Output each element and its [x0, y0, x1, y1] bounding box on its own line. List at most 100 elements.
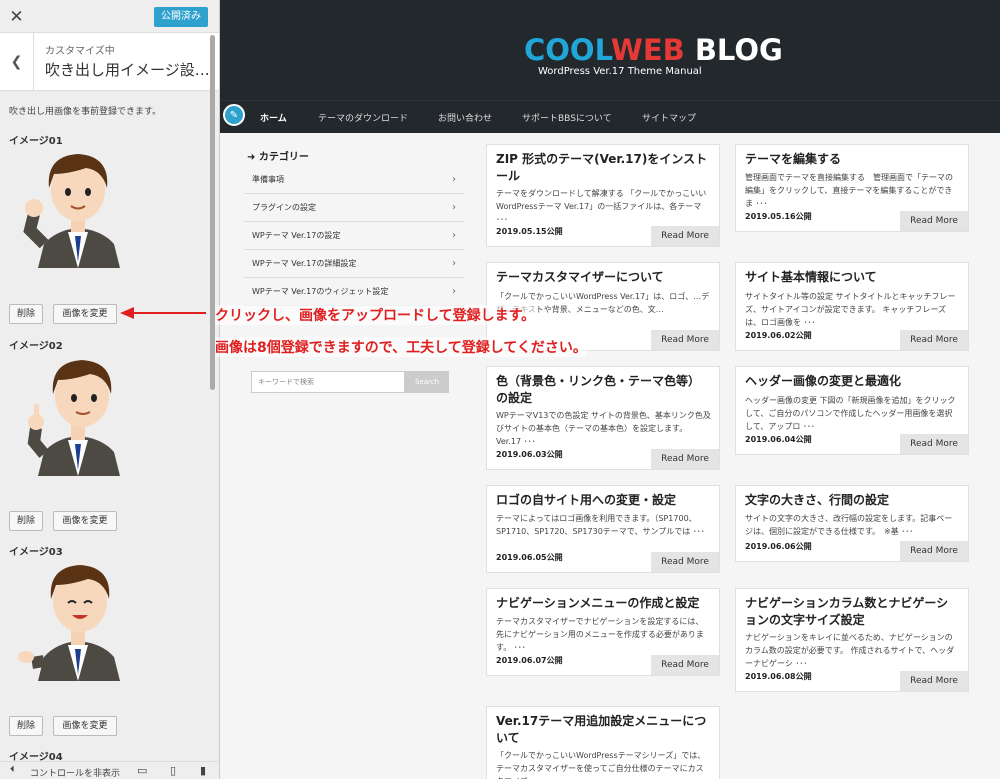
nav-contact[interactable]: お問い合わせ — [438, 111, 492, 124]
collapse-icon[interactable]: ⏴ — [10, 765, 15, 775]
category-item[interactable]: WPテーマ Ver.17の設定 › — [244, 222, 464, 250]
category-item[interactable]: WPテーマ Ver.17のウィジェット設定 › — [244, 278, 464, 306]
pencil-icon[interactable]: ✎ — [223, 104, 245, 126]
category-item[interactable]: 準備事項 › — [244, 166, 464, 194]
delete-image-button[interactable]: 削除 — [9, 716, 43, 736]
back-icon[interactable]: ❮ — [0, 33, 34, 91]
nav-home[interactable]: ホーム — [260, 111, 287, 124]
post-title[interactable]: ロゴの自サイト用への変更・設定 — [496, 492, 711, 509]
post-date: 2019.06.08公開 — [745, 672, 812, 681]
post-date: 2019.06.04公開 — [745, 435, 812, 444]
post-excerpt: ヘッダー画像の変更 下図の「新規画像を追加」をクリックして、ご自分のパソコンで作… — [745, 396, 956, 431]
nav-download[interactable]: テーマのダウンロード — [318, 111, 408, 124]
nav-sitemap[interactable]: サイトマップ — [642, 111, 696, 124]
post-title[interactable]: Ver.17テーマ用追加設定メニューについて — [496, 713, 711, 747]
post-card[interactable]: ヘッダー画像の変更と最適化 ヘッダー画像の変更 下図の「新規画像を追加」をクリッ… — [735, 366, 969, 455]
change-image-button[interactable]: 画像を変更 — [53, 304, 117, 324]
site-logo[interactable]: COOLWEB BLOG — [524, 33, 783, 67]
main-navigation: ✎ ホーム テーマのダウンロード お問い合わせ サポートBBSについて サイトマ… — [220, 100, 1000, 133]
search-input[interactable]: キーワードで検索 — [251, 371, 405, 393]
post-title[interactable]: ヘッダー画像の変更と最適化 — [745, 373, 960, 390]
post-card[interactable]: ナビゲーションカラム数とナビゲーションの文字サイズ設定 ナビゲーションをキレイに… — [735, 588, 969, 692]
read-more-button[interactable]: Read More — [900, 434, 968, 454]
section-title: 吹き出し用イメージ設… — [45, 61, 210, 79]
site-preview: COOLWEB BLOG WordPress Ver.17 Theme Manu… — [220, 0, 1000, 779]
post-card[interactable]: ZIP 形式のテーマ(Ver.17)をインストール テーマをダウンロードして解凍… — [486, 144, 720, 247]
post-date: 2019.05.16公開 — [745, 212, 812, 221]
read-more-button[interactable]: Read More — [651, 226, 719, 246]
businessman-fist-image[interactable] — [16, 144, 142, 268]
post-title[interactable]: ナビゲーションメニューの作成と設定 — [496, 595, 711, 612]
site-tagline: WordPress Ver.17 Theme Manual — [538, 66, 702, 77]
search-button[interactable]: Search — [405, 371, 449, 393]
image-label: イメージ02 — [9, 341, 63, 352]
arrow-circle-icon: ➜ — [247, 152, 256, 163]
read-more-button[interactable]: Read More — [651, 330, 719, 350]
post-date: 2019.06.07公開 — [496, 656, 563, 665]
section-description: 吹き出し用画像を事前登録できます。 — [9, 107, 162, 117]
annotation-text: 画像は8個登録できますので、工夫して登録してください。 — [215, 337, 587, 357]
customizer-panel: ✕ 公開済み ❮ カスタマイズ中 吹き出し用イメージ設… 吹き出し用画像を事前登… — [0, 0, 220, 779]
change-image-button[interactable]: 画像を変更 — [53, 511, 117, 531]
post-date: 2019.05.15公開 — [496, 227, 563, 236]
post-title[interactable]: テーマカスタマイザーについて — [496, 269, 711, 286]
desktop-preview-icon[interactable]: ▭ — [137, 764, 147, 777]
post-excerpt: テーマによってはロゴ画像を利用できます。（SP1700、SP1710、SP172… — [496, 514, 705, 536]
post-card[interactable]: 色（背景色・リンク色・テーマ色等）の設定 WPテーマV13での色設定 サイトの背… — [486, 366, 720, 470]
post-card[interactable]: 文字の大きさ、行間の設定 サイトの文字の大きさ、改行幅の設定をします。記事ページ… — [735, 485, 969, 562]
image-label: イメージ03 — [9, 547, 63, 558]
post-card[interactable]: Ver.17テーマ用追加設定メニューについて 「クールでかっこいいWordPre… — [486, 706, 720, 779]
post-date: 2019.06.02公開 — [745, 331, 812, 340]
read-more-button[interactable]: Read More — [651, 449, 719, 469]
publish-button[interactable]: 公開済み — [154, 7, 208, 27]
change-image-button[interactable]: 画像を変更 — [53, 716, 117, 736]
read-more-button[interactable]: Read More — [900, 671, 968, 691]
delete-image-button[interactable]: 削除 — [9, 304, 43, 324]
read-more-button[interactable]: Read More — [651, 552, 719, 572]
post-title[interactable]: テーマを編集する — [745, 151, 960, 168]
hide-controls-label[interactable]: コントロールを非表示 — [30, 766, 120, 779]
post-title[interactable]: 文字の大きさ、行間の設定 — [745, 492, 960, 509]
category-widget-title: ➜ カテゴリー — [247, 152, 309, 163]
section-subtitle: カスタマイズ中 — [45, 46, 115, 57]
read-more-button[interactable]: Read More — [900, 541, 968, 561]
post-card[interactable]: ナビゲーションメニューの作成と設定 テーマカスタマイザーでナビゲーションを設定す… — [486, 588, 720, 676]
chevron-right-icon: › — [452, 202, 456, 213]
post-card[interactable]: テーマを編集する 管理画面でテーマを直接編集する 管理画面で「テーマの編集」をク… — [735, 144, 969, 232]
chevron-right-icon: › — [452, 230, 456, 241]
post-title[interactable]: ナビゲーションカラム数とナビゲーションの文字サイズ設定 — [745, 595, 960, 629]
post-excerpt: テーマをダウンロードして解凍する 「クールでかっこいいWordPressテーマ … — [496, 189, 707, 224]
businessman-presenting-image[interactable] — [16, 557, 142, 681]
site-header: COOLWEB BLOG WordPress Ver.17 Theme Manu… — [220, 0, 1000, 100]
post-title[interactable]: サイト基本情報について — [745, 269, 960, 286]
category-item[interactable]: WPテーマ Ver.17の詳細設定 › — [244, 250, 464, 278]
post-excerpt: サイトの文字の大きさ、改行幅の設定をします。記事ページは、個別に設定ができる仕様… — [745, 514, 953, 536]
post-title[interactable]: ZIP 形式のテーマ(Ver.17)をインストール — [496, 151, 711, 185]
tablet-preview-icon[interactable]: ▯ — [170, 764, 176, 777]
annotation-arrow — [120, 307, 206, 319]
mobile-preview-icon[interactable]: ▮ — [200, 764, 206, 777]
category-item[interactable]: プラグインの設定 › — [244, 194, 464, 222]
read-more-button[interactable]: Read More — [900, 211, 968, 231]
businessman-pointing-image[interactable] — [16, 352, 142, 476]
post-excerpt: ナビゲーションをキレイに並べるため、ナビゲーションのカラム数の設定が必要です。 … — [745, 633, 955, 668]
customizer-footer: ⏴ コントロールを非表示 ▭ ▯ ▮ — [0, 761, 219, 779]
delete-image-button[interactable]: 削除 — [9, 511, 43, 531]
post-excerpt: 管理画面でテーマを直接編集する 管理画面で「テーマの編集」をクリックして、直接テ… — [745, 173, 953, 208]
post-date: 2019.06.03公開 — [496, 450, 563, 459]
chevron-right-icon: › — [452, 258, 456, 269]
post-card[interactable]: ロゴの自サイト用への変更・設定 テーマによってはロゴ画像を利用できます。（SP1… — [486, 485, 720, 573]
nav-support-bbs[interactable]: サポートBBSについて — [522, 111, 612, 124]
post-card[interactable]: サイト基本情報について サイトタイトル等の設定 サイトタイトルとキャッチフレーズ… — [735, 262, 969, 351]
post-date: 2019.06.06公開 — [745, 542, 812, 551]
post-excerpt: テーマカスタマイザーでナビゲーションを設定するには、先にナビゲーション用のメニュ… — [496, 617, 704, 652]
close-icon[interactable]: ✕ — [0, 0, 33, 33]
customizer-header: ✕ 公開済み — [0, 0, 219, 33]
read-more-button[interactable]: Read More — [900, 330, 968, 350]
annotation-text: クリックし、画像をアップロードして登録します。 — [215, 305, 536, 325]
chevron-right-icon: › — [452, 286, 456, 297]
post-title[interactable]: 色（背景色・リンク色・テーマ色等）の設定 — [496, 373, 711, 407]
post-excerpt: サイトタイトル等の設定 サイトタイトルとキャッチフレーズ、サイトアイコンが設定で… — [745, 292, 956, 327]
post-excerpt: 「クールでかっこいいWordPressテーマシリーズ」では、テーマカスタマイザー… — [496, 751, 706, 779]
read-more-button[interactable]: Read More — [651, 655, 719, 675]
